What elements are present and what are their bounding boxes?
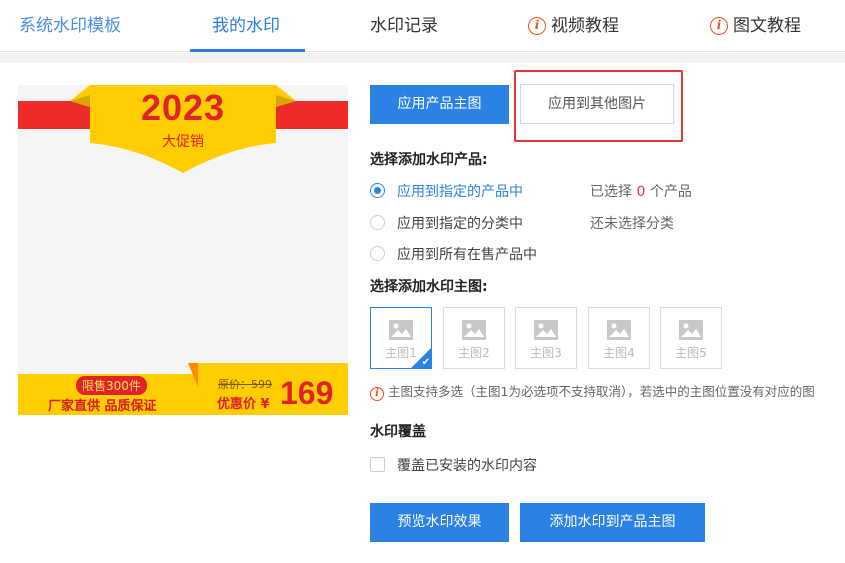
divider-band bbox=[0, 53, 845, 63]
cover-existing-watermark-option[interactable]: 覆盖已安装的水印内容 bbox=[370, 455, 537, 475]
info-icon: i bbox=[370, 387, 384, 401]
tab-video-tutorial[interactable]: i 视频教程 bbox=[528, 0, 619, 52]
image-icon bbox=[679, 320, 703, 340]
image-icon bbox=[462, 320, 486, 340]
radio-button[interactable] bbox=[370, 215, 385, 230]
selected-suffix: 个产品 bbox=[649, 184, 692, 200]
main-image-thumb-2[interactable]: 主图2 bbox=[443, 307, 505, 369]
thumb-label: 主图2 bbox=[458, 346, 490, 360]
image-icon bbox=[607, 320, 631, 340]
products-section-label: 选择添加水印产品: bbox=[370, 152, 488, 168]
checkbox[interactable] bbox=[370, 457, 385, 472]
tab-watermark-records[interactable]: 水印记录 bbox=[370, 0, 438, 52]
selected-count: 0 bbox=[636, 184, 646, 200]
preview-deal-label: 优惠价 ¥ bbox=[217, 397, 270, 412]
radio-label: 应用到指定的产品中 bbox=[397, 184, 523, 200]
image-icon bbox=[389, 320, 413, 340]
tab-video-tutorial-label: 视频教程 bbox=[551, 16, 619, 36]
radio-specified-products[interactable]: 应用到指定的产品中 bbox=[370, 181, 523, 201]
preview-year: 2023 bbox=[140, 87, 226, 128]
add-watermark-button[interactable]: 添加水印到产品主图 bbox=[520, 503, 705, 542]
tab-system-templates[interactable]: 系统水印模板 bbox=[19, 0, 121, 52]
info-icon: i bbox=[710, 17, 728, 35]
tab-image-tutorial[interactable]: i 图文教程 bbox=[710, 0, 801, 52]
preview-price: 169 bbox=[280, 375, 334, 411]
images-section-label: 选择添加水印主图: bbox=[370, 279, 488, 295]
radio-button[interactable] bbox=[370, 246, 385, 261]
thumb-label: 主图3 bbox=[530, 346, 562, 360]
selected-prefix: 已选择 bbox=[590, 184, 632, 200]
preview-factory-text: 厂家直供 品质保证 bbox=[48, 399, 157, 414]
main-image-note: i 主图支持多选（主图1为必选项不支持取消），若选中的主图位置没有对应的图 bbox=[370, 381, 815, 401]
category-status: 还未选择分类 bbox=[590, 216, 674, 232]
tab-image-tutorial-label: 图文教程 bbox=[733, 16, 801, 36]
radio-label: 应用到所有在售产品中 bbox=[397, 247, 537, 263]
checkbox-label: 覆盖已安装的水印内容 bbox=[397, 458, 537, 474]
preview-promo: 大促销 bbox=[162, 134, 204, 150]
preview-original-price: 原价：599 bbox=[218, 378, 272, 391]
main-image-thumb-5[interactable]: 主图5 bbox=[660, 307, 722, 369]
active-tab-indicator bbox=[190, 49, 305, 52]
main-image-thumb-3[interactable]: 主图3 bbox=[515, 307, 577, 369]
image-icon bbox=[534, 320, 558, 340]
main-image-thumb-1[interactable]: 主图1 ✔ bbox=[370, 307, 432, 369]
check-icon: ✔ bbox=[421, 357, 430, 368]
preview-limit-badge: 限售300件 bbox=[76, 376, 147, 395]
thumb-label: 主图5 bbox=[675, 346, 707, 360]
tab-my-watermarks[interactable]: 我的水印 bbox=[212, 0, 280, 52]
highlight-box bbox=[514, 70, 683, 142]
watermark-preview: 2023 大促销 限售300件 厂家直供 品质保证 原价：599 优惠价 ¥ 1… bbox=[18, 85, 348, 415]
radio-button[interactable] bbox=[370, 183, 385, 198]
main-image-thumb-4[interactable]: 主图4 bbox=[588, 307, 650, 369]
radio-label: 应用到指定的分类中 bbox=[397, 216, 523, 232]
selected-products-count: 已选择 0 个产品 bbox=[590, 181, 692, 201]
note-text: 主图支持多选（主图1为必选项不支持取消），若选中的主图位置没有对应的图 bbox=[388, 384, 815, 399]
cover-section-label: 水印覆盖 bbox=[370, 424, 426, 440]
tab-bar: 系统水印模板 我的水印 水印记录 i 视频教程 i 图文教程 bbox=[0, 0, 845, 52]
thumb-label: 主图4 bbox=[603, 346, 635, 360]
apply-main-image-button[interactable]: 应用产品主图 bbox=[370, 85, 509, 124]
info-icon: i bbox=[528, 17, 546, 35]
preview-watermark-button[interactable]: 预览水印效果 bbox=[370, 503, 509, 542]
radio-all-products[interactable]: 应用到所有在售产品中 bbox=[370, 244, 537, 264]
radio-specified-categories[interactable]: 应用到指定的分类中 bbox=[370, 213, 523, 233]
